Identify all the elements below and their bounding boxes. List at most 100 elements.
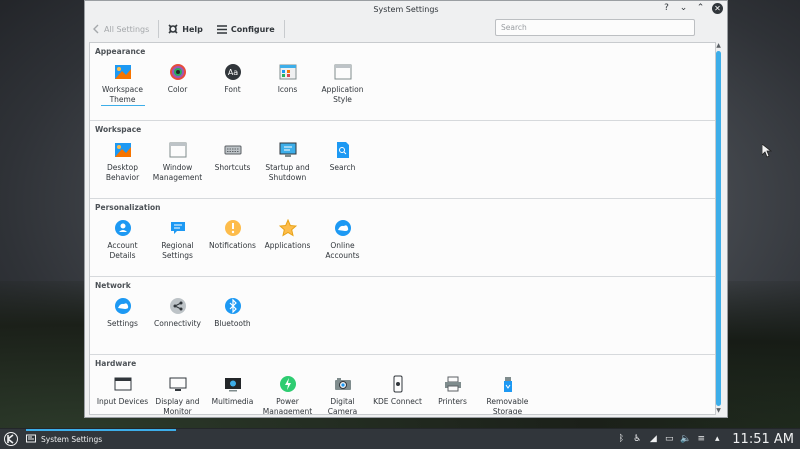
chevron-left-icon xyxy=(93,24,99,34)
printer-icon xyxy=(444,376,461,392)
settings-item-label: Printers xyxy=(438,397,467,406)
section-appearance: Appearance Workspace Theme Color Aa Font Icon… xyxy=(90,43,715,121)
bluetooth-icon xyxy=(224,298,241,314)
settings-item-label: Power Management xyxy=(262,397,313,415)
section-title: Hardware xyxy=(95,359,137,368)
settings-item-label: Window Management xyxy=(152,163,203,182)
settings-item[interactable]: Bluetooth xyxy=(205,291,260,329)
scroll-down-icon[interactable]: ▼ xyxy=(714,407,723,415)
settings-item[interactable]: Input Devices xyxy=(95,369,150,414)
search-input[interactable] xyxy=(495,19,695,36)
settings-item[interactable]: Search xyxy=(315,135,370,183)
settings-item[interactable]: Settings xyxy=(95,291,150,329)
settings-item-label: Color xyxy=(167,85,188,94)
storage-icon xyxy=(503,377,512,392)
help-window-button[interactable]: ? xyxy=(661,3,672,14)
configure-label: Configure xyxy=(230,24,275,34)
color-icon xyxy=(169,64,186,80)
settings-item[interactable]: Online Accounts xyxy=(315,213,370,261)
settings-item[interactable]: Workspace Theme xyxy=(95,57,150,106)
settings-item-label: Search xyxy=(329,163,356,172)
task-system-settings[interactable]: System Settings xyxy=(26,429,176,449)
settings-item[interactable]: Applications xyxy=(260,213,315,261)
camera-icon xyxy=(334,378,351,390)
settings-item[interactable]: Regional Settings xyxy=(150,213,205,261)
vertical-scrollbar[interactable]: ▲ ▼ xyxy=(714,42,723,415)
settings-item-label: Font xyxy=(224,85,241,94)
settings-item[interactable]: Shortcuts xyxy=(205,135,260,183)
workspace-theme-icon xyxy=(114,65,131,79)
settings-item[interactable]: Power Management xyxy=(260,369,315,415)
scroll-up-icon[interactable]: ▲ xyxy=(714,42,723,50)
settings-item-label: Startup and Shutdown xyxy=(265,163,310,182)
settings-item-label: Digital Camera xyxy=(327,397,358,415)
settings-item[interactable]: Connectivity xyxy=(150,291,205,329)
section-title: Workspace xyxy=(95,125,142,134)
connectivity-icon xyxy=(169,298,186,314)
settings-item[interactable]: Printers xyxy=(425,369,480,414)
settings-item[interactable]: Desktop Behavior xyxy=(95,135,150,183)
display-icon xyxy=(169,377,186,391)
help-label: Help xyxy=(182,24,203,34)
settings-item-label: Shortcuts xyxy=(214,163,251,172)
volume-tray-icon[interactable]: 🔈 xyxy=(680,434,691,444)
section-items: Input Devices Display and Monitor Multimed… xyxy=(90,369,715,415)
settings-item[interactable]: Color xyxy=(150,57,205,106)
settings-grid: Appearance Workspace Theme Color Aa Font Icon… xyxy=(89,42,716,415)
settings-item[interactable]: Digital Camera xyxy=(315,369,370,415)
applications-icon xyxy=(278,219,297,237)
settings-item[interactable]: Notifications xyxy=(205,213,260,261)
section-personalization: Personalization Account Details Regional S… xyxy=(90,199,715,277)
back-button[interactable]: All Settings xyxy=(85,19,156,39)
online-accounts-icon xyxy=(334,220,351,236)
multimedia-icon xyxy=(224,378,241,392)
minimize-button[interactable]: ⌄ xyxy=(678,3,689,14)
expand-tray-icon[interactable]: ▴ xyxy=(712,434,722,444)
accessibility-tray-icon[interactable]: ♿ xyxy=(632,434,642,444)
maximize-button[interactable]: ⌃ xyxy=(695,3,706,14)
close-button[interactable]: ✕ xyxy=(712,3,723,14)
settings-item-label: Workspace Theme xyxy=(100,85,145,106)
search-settings-icon xyxy=(336,142,349,158)
window-title: System Settings xyxy=(373,4,439,14)
settings-item[interactable]: Display and Monitor xyxy=(150,369,205,415)
settings-item[interactable]: Startup and Shutdown xyxy=(260,135,315,183)
help-button[interactable]: Help xyxy=(161,19,210,39)
settings-item-label: Display and Monitor xyxy=(155,397,200,415)
section-items: Desktop Behavior Window Management Shortcu… xyxy=(90,135,715,183)
settings-item[interactable]: Account Details xyxy=(95,213,150,261)
bluetooth-tray-icon[interactable]: ᛒ xyxy=(616,434,626,444)
settings-item[interactable]: Aa Font xyxy=(205,57,260,106)
settings-item-label: Settings xyxy=(107,319,138,328)
settings-item-label: Applications xyxy=(264,241,311,250)
settings-item[interactable]: Window Management xyxy=(150,135,205,183)
battery-tray-icon[interactable]: ▭ xyxy=(664,434,674,444)
settings-item-label: Application Style xyxy=(321,85,364,104)
network-tray-icon[interactable]: ◢ xyxy=(648,434,658,444)
settings-item-label: Multimedia xyxy=(211,397,254,406)
settings-item[interactable]: Application Style xyxy=(315,57,370,106)
desktop-behavior-icon xyxy=(114,143,131,157)
settings-item[interactable]: Icons xyxy=(260,57,315,106)
clipboard-tray-icon[interactable]: ≡ xyxy=(696,434,706,444)
settings-item[interactable]: Multimedia xyxy=(205,369,260,414)
taskbar: System Settings ᛒ ♿ ◢ ▭ 🔈 ≡ ▴ 11:51 AM xyxy=(0,428,800,449)
hamburger-menu-icon xyxy=(216,24,227,34)
kde-logo-icon xyxy=(4,432,18,446)
section-title: Appearance xyxy=(95,47,146,56)
application-style-icon xyxy=(334,64,351,80)
task-label: System Settings xyxy=(41,434,103,444)
icons-icon xyxy=(279,64,296,80)
clock[interactable]: 11:51 AM xyxy=(732,432,794,447)
settings-item-label: KDE Connect xyxy=(373,397,422,406)
notifications-icon xyxy=(224,220,241,236)
settings-item[interactable]: Removable Storage xyxy=(480,369,535,415)
section-hardware: Hardware Input Devices Display and Monitor… xyxy=(90,355,715,415)
configure-button[interactable]: Configure xyxy=(210,19,282,39)
settings-item[interactable]: KDE Connect xyxy=(370,369,425,414)
svg-text:Aa: Aa xyxy=(227,68,237,77)
scrollbar-thumb[interactable] xyxy=(716,51,721,406)
application-launcher[interactable] xyxy=(0,429,22,449)
settings-item-label: Removable Storage xyxy=(486,397,529,415)
window-management-icon xyxy=(169,142,186,158)
